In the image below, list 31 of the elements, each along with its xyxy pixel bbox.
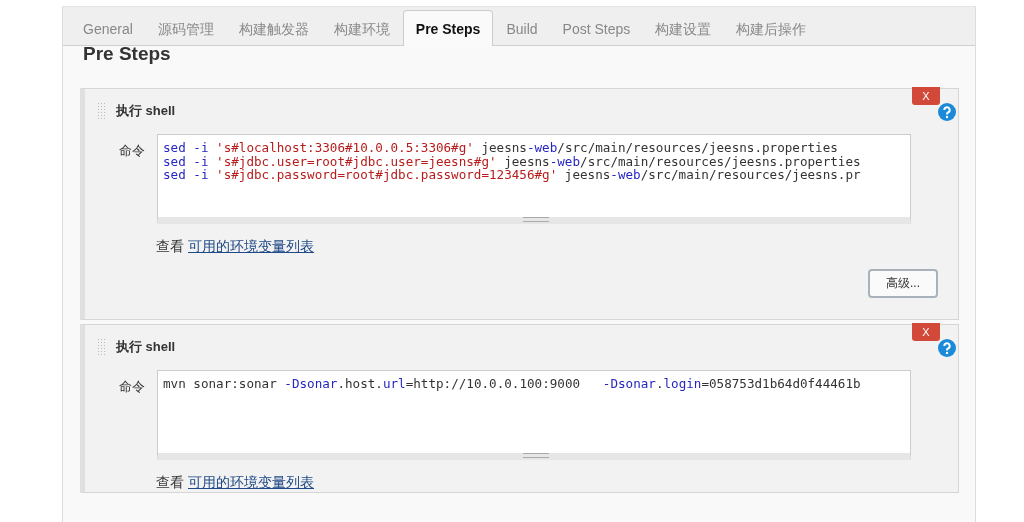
code-line: mvn sonar:sonar -Dsonar.host.url=http://10.0.0.100:9000 -Dsonar.login=058753d1b64d0f44461b — [163, 377, 862, 391]
env-label: 查看 — [156, 474, 184, 490]
tab[interactable]: 构建触发器 — [226, 8, 321, 45]
env-variables-link[interactable]: 可用的环境变量列表 — [188, 474, 314, 490]
section-heading: Pre Steps — [83, 43, 172, 65]
delete-button[interactable]: X — [912, 323, 940, 341]
advanced-button[interactable]: 高级... — [868, 269, 938, 298]
code-line: sed -i 's#jdbc.user=root#jdbc.user=jeesns#g' jeesns-web/src/main/resources/jeesns.properties — [163, 154, 862, 168]
code-line: sed -i 's#localhost:3306#10.0.0.5:3306#g' jeesns-web/src/main/resources/jeesns.properties — [163, 141, 838, 155]
resize-handle-icon[interactable] — [523, 217, 549, 222]
tab[interactable]: 构建设置 — [643, 8, 724, 45]
tab[interactable]: General — [71, 8, 145, 45]
command-field[interactable] — [157, 134, 911, 224]
env-variables-link[interactable]: 可用的环境变量列表 — [188, 238, 314, 254]
field-label: 命令 — [118, 142, 146, 160]
help-icon[interactable] — [938, 103, 956, 121]
step-title: 执行 shell — [116, 338, 176, 356]
delete-button[interactable]: X — [912, 87, 940, 105]
tab[interactable]: 构建后操作 — [724, 8, 819, 45]
tab[interactable]: 源码管理 — [145, 8, 226, 45]
help-icon[interactable] — [938, 339, 956, 357]
tab[interactable]: Post Steps — [550, 8, 643, 45]
code-line: sed -i 's#jdbc.password=root#jdbc.password=123456#g' jeesns-web/src/main/resources/jeesns.pr — [163, 168, 862, 182]
env-label: 查看 — [156, 238, 184, 254]
command-field[interactable]: mvn sonar:sonar -Dsonar.host.url=http://10.0.0.100:9000 -Dsonar.login=058753d1b64d0f44461b — [157, 370, 911, 460]
tab[interactable]: Build — [494, 8, 550, 45]
resize-handle-icon[interactable] — [523, 453, 549, 458]
tab[interactable]: Pre Steps — [402, 10, 494, 46]
step-title: 执行 shell — [116, 102, 176, 120]
tab[interactable]: 构建环境 — [321, 8, 402, 45]
field-label: 命令 — [118, 378, 146, 396]
